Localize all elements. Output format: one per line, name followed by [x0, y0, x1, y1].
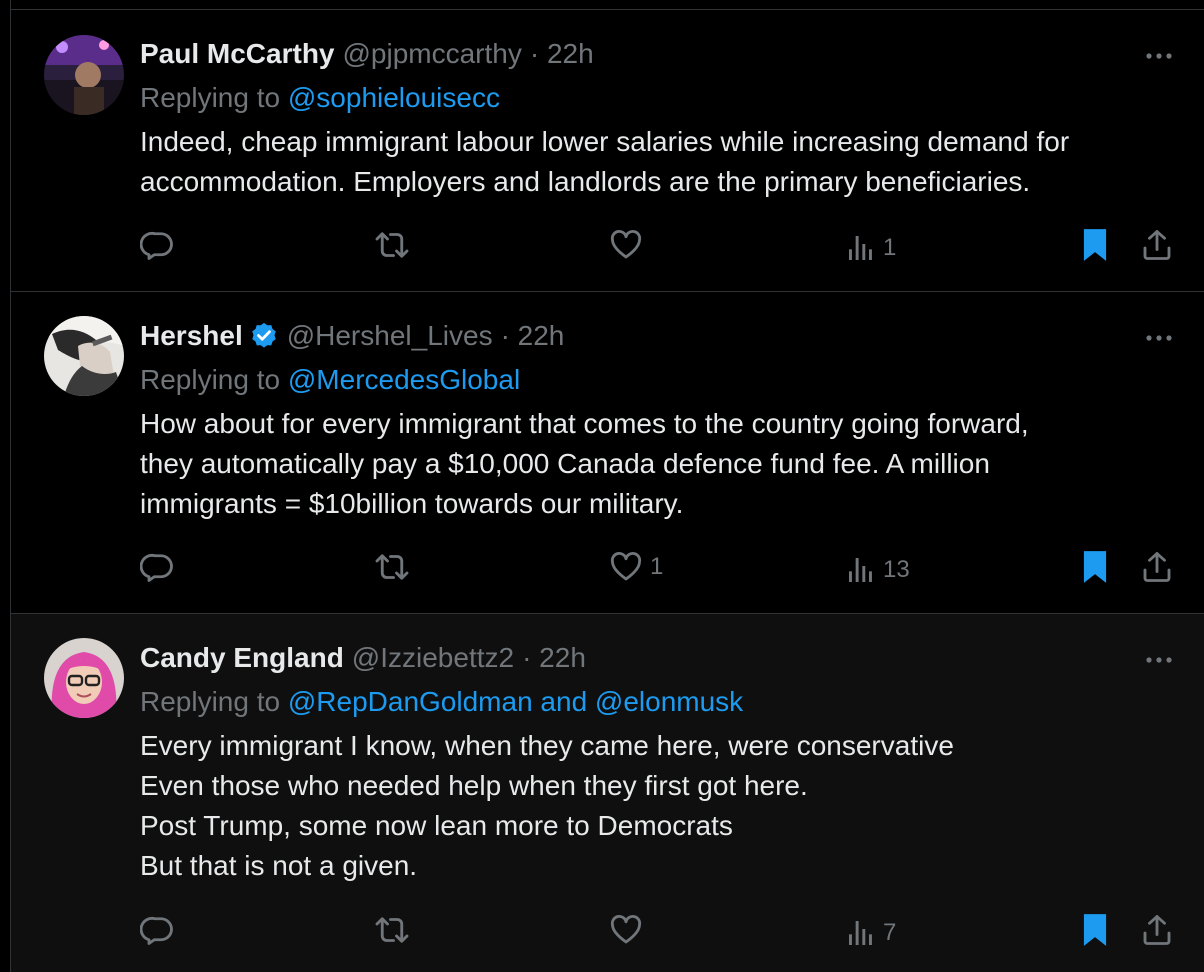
bookmark-icon [1083, 551, 1107, 583]
replying-to: Replying to @sophielouisecc [140, 82, 500, 114]
more-icon[interactable] [1143, 46, 1177, 66]
like-button[interactable]: 1 [608, 547, 663, 587]
replying-to-prefix: Replying to [140, 364, 281, 395]
share-icon [1143, 230, 1171, 260]
tweet-time[interactable]: · 22h [522, 642, 586, 674]
author-name[interactable]: Hershel [140, 320, 243, 352]
reply-button[interactable] [140, 910, 176, 950]
tweet-text-line: accommodation. Employers and landlords a… [140, 166, 1031, 197]
tweet-3[interactable]: Candy England @Izziebettz2 · 22h Replyin… [11, 614, 1204, 972]
views-count: 13 [883, 556, 910, 583]
tweet-text-line: Indeed, cheap immigrant labour lower sal… [140, 126, 1070, 157]
avatar-paul-mccarthy[interactable] [44, 35, 124, 115]
reply-icon [140, 916, 173, 945]
views-count: 7 [883, 919, 897, 946]
reply-button[interactable] [140, 225, 176, 265]
share-button[interactable] [1139, 910, 1175, 950]
tweet-1[interactable]: Paul McCarthy @pjpmccarthy · 22h Replyin… [11, 10, 1204, 292]
bookmark-icon [1083, 914, 1107, 946]
share-icon [1143, 552, 1171, 582]
views-icon [849, 558, 872, 582]
more-icon[interactable] [1143, 650, 1177, 670]
replying-to-mention[interactable]: @sophielouisecc [288, 82, 500, 113]
tweet-2[interactable]: Hershel @Hershel_Lives · 22h Replying to… [11, 292, 1204, 614]
bookmark-button[interactable] [1079, 547, 1111, 587]
tweet-header: Paul McCarthy @pjpmccarthy · 22h [140, 38, 594, 70]
avatar-candy-england[interactable] [44, 638, 124, 718]
tweet-text-line: Post Trump, some now lean more to Democr… [140, 810, 733, 841]
more-icon[interactable] [1143, 328, 1177, 348]
reply-icon [140, 231, 173, 260]
tweet-text-line: Even those who needed help when they fir… [140, 770, 808, 801]
bookmark-button[interactable] [1079, 910, 1111, 950]
avatar-hershel[interactable] [44, 316, 124, 396]
like-button[interactable] [608, 225, 650, 265]
tweet-text-line: they automatically pay a $10,000 Canada … [140, 448, 990, 479]
tweet-text-line: immigrants = $10billion towards our mili… [140, 488, 684, 519]
verified-badge-icon [251, 322, 276, 348]
retweet-icon [375, 917, 409, 943]
retweet-button[interactable] [372, 547, 412, 587]
author-name[interactable]: Candy England [140, 642, 344, 674]
tweet-text-line: How about for every immigrant that comes… [140, 408, 1029, 439]
tweet-header: Hershel @Hershel_Lives · 22h [140, 320, 564, 352]
tweet-text-line: But that is not a given. [140, 850, 418, 881]
reply-button[interactable] [140, 547, 176, 587]
like-count: 1 [650, 553, 664, 580]
tweet-text: Indeed, cheap immigrant labour lower sal… [140, 122, 1180, 202]
like-icon [610, 914, 642, 944]
like-icon [610, 229, 642, 259]
tweet-text: How about for every immigrant that comes… [140, 404, 1180, 524]
bookmark-icon [1083, 229, 1107, 261]
replying-to: Replying to @MercedesGlobal [140, 364, 520, 396]
share-icon [1143, 915, 1171, 945]
tweet-time[interactable]: · 22h [530, 38, 594, 70]
bookmark-button[interactable] [1079, 225, 1111, 265]
tweet-text-line: Every immigrant I know, when they came h… [140, 730, 954, 761]
retweet-icon [375, 232, 409, 258]
views-icon [849, 921, 872, 945]
replying-to-mention[interactable]: @MercedesGlobal [288, 364, 520, 395]
views-button[interactable]: 13 [845, 550, 910, 590]
views-button[interactable]: 1 [845, 228, 896, 268]
like-button[interactable] [608, 910, 650, 950]
share-button[interactable] [1139, 225, 1175, 265]
author-handle[interactable]: @Hershel_Lives [287, 320, 493, 352]
tweet-time[interactable]: · 22h [501, 320, 565, 352]
share-button[interactable] [1139, 547, 1175, 587]
reply-icon [140, 553, 173, 582]
replying-to-mention[interactable]: @RepDanGoldman and @elonmusk [288, 686, 743, 717]
tweet-text: Every immigrant I know, when they came h… [140, 726, 1180, 886]
replying-to: Replying to @RepDanGoldman and @elonmusk [140, 686, 743, 718]
replying-to-prefix: Replying to [140, 82, 281, 113]
like-icon [610, 551, 642, 581]
retweet-button[interactable] [372, 225, 412, 265]
retweet-button[interactable] [372, 910, 412, 950]
views-button[interactable]: 7 [845, 913, 896, 953]
views-count: 1 [883, 234, 897, 261]
views-icon [849, 236, 872, 260]
tweet-header: Candy England @Izziebettz2 · 22h [140, 642, 586, 674]
retweet-icon [375, 554, 409, 580]
author-name[interactable]: Paul McCarthy [140, 38, 335, 70]
author-handle[interactable]: @Izziebettz2 [352, 642, 514, 674]
author-handle[interactable]: @pjpmccarthy [343, 38, 522, 70]
replying-to-prefix: Replying to [140, 686, 281, 717]
reply-feed: Paul McCarthy @pjpmccarthy · 22h Replyin… [10, 0, 1204, 972]
